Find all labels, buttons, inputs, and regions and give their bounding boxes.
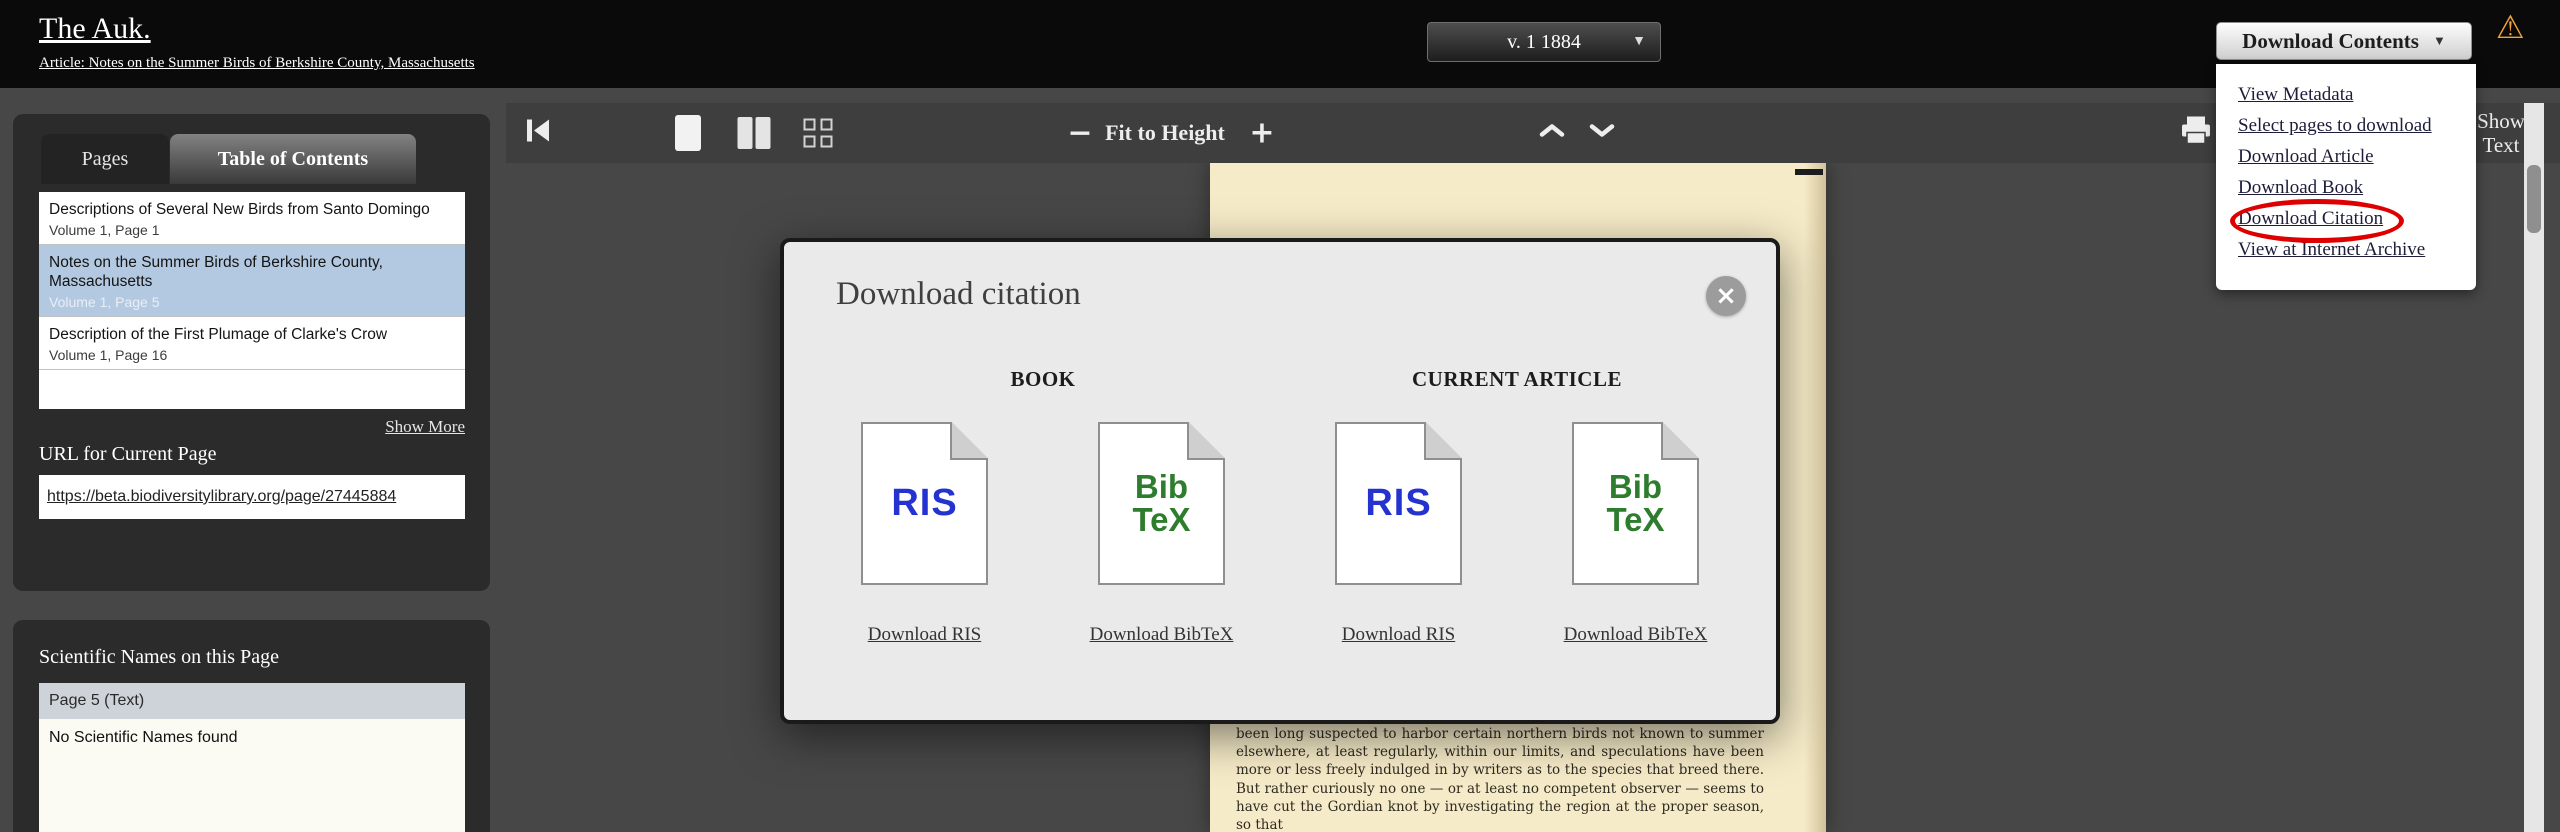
book-ris-column: RIS Download RIS	[806, 422, 1043, 647]
download-citation-modal: Download citation × BOOK RIS Download RI…	[780, 238, 1780, 724]
top-header-bar: The Auk. Article: Notes on the Summer Bi…	[0, 0, 2560, 88]
bibtex-file-icon: Bib TeX	[1098, 422, 1225, 585]
journal-title-link[interactable]: The Auk.	[39, 12, 151, 46]
article-ris-column: RIS Download RIS	[1280, 422, 1517, 647]
ris-file-icon: RIS	[861, 422, 988, 585]
current-page-url-box[interactable]: https://beta.biodiversitylibrary.org/pag…	[39, 475, 465, 519]
scientific-names-label: Scientific Names on this Page	[39, 646, 279, 668]
url-for-current-page-label: URL for Current Page	[39, 443, 217, 465]
show-text-button[interactable]: Show Text	[2477, 109, 2525, 157]
show-more-link[interactable]: Show More	[39, 417, 465, 437]
toc-item-subtitle: Volume 1, Page 16	[49, 347, 168, 363]
scientific-names-panel: Scientific Names on this Page Page 5 (Te…	[13, 620, 490, 832]
vertical-scrollbar-track[interactable]	[2524, 103, 2544, 832]
menu-item-download-citation[interactable]: Download Citation	[2238, 203, 2476, 234]
toc-item-title: Description of the First Plumage of Clar…	[49, 326, 388, 343]
book-bibtex-column: Bib TeX Download BibTeX	[1043, 422, 1280, 647]
menu-item-view-at-internet-archive[interactable]: View at Internet Archive	[2238, 234, 2476, 265]
download-ris-link[interactable]: Download RIS	[1324, 623, 1474, 647]
page-scan-mark	[1795, 169, 1823, 175]
citation-groups: BOOK RIS Download RIS Bib TeX Download B…	[784, 367, 1776, 647]
vertical-scrollbar-thumb[interactable]	[2527, 165, 2541, 233]
file-fold-corner	[1424, 422, 1462, 460]
page-scan-text: been long suspected to harbor certain no…	[1236, 726, 1764, 829]
tab-table-of-contents[interactable]: Table of Contents	[170, 134, 416, 184]
toc-item-title: Notes on the Summer Birds of Berkshire C…	[49, 254, 383, 290]
bhl-book-viewer: been long suspected to harbor certain no…	[0, 0, 2560, 832]
download-contents-menu: View Metadata Select pages to download D…	[2216, 64, 2476, 290]
menu-item-download-article[interactable]: Download Article	[2238, 141, 2476, 172]
file-fold-corner	[1187, 422, 1225, 460]
zoom-out-button[interactable]: −	[1067, 116, 1092, 151]
book-citation-group: BOOK RIS Download RIS Bib TeX Download B…	[806, 367, 1280, 647]
tab-pages[interactable]: Pages	[41, 134, 169, 184]
close-icon[interactable]: ×	[1706, 276, 1746, 316]
download-contents-label: Download Contents	[2242, 28, 2419, 53]
previous-page-chevron-icon[interactable]	[1538, 123, 1566, 144]
sidebar-tabs: Pages Table of Contents	[41, 134, 465, 184]
modal-title: Download citation	[836, 276, 1081, 312]
menu-item-view-metadata[interactable]: View Metadata	[2238, 79, 2476, 110]
article-citation-group: CURRENT ARTICLE RIS Download RIS Bib TeX	[1280, 367, 1754, 647]
download-bibtex-link[interactable]: Download BibTeX	[1561, 623, 1711, 647]
one-page-view-icon[interactable]	[675, 115, 701, 151]
next-page-chevron-icon[interactable]	[1588, 123, 1616, 144]
current-article-group-heading: CURRENT ARTICLE	[1411, 367, 1622, 391]
volume-select-value: v. 1 1884	[1507, 30, 1581, 53]
menu-item-download-book[interactable]: Download Book	[2238, 172, 2476, 203]
file-fold-corner	[950, 422, 988, 460]
volume-select[interactable]: v. 1 1884 ▼	[1427, 22, 1661, 62]
current-page-url-link[interactable]: https://beta.biodiversitylibrary.org/pag…	[47, 488, 396, 506]
download-bibtex-link[interactable]: Download BibTeX	[1087, 623, 1237, 647]
thumbnail-view-icon[interactable]	[803, 118, 833, 148]
toc-item-subtitle: Volume 1, Page 5	[49, 294, 160, 310]
file-fold-corner	[1661, 422, 1699, 460]
chevron-down-icon: ▼	[2432, 33, 2446, 48]
ris-file-icon: RIS	[1335, 422, 1462, 585]
download-ris-link[interactable]: Download RIS	[850, 623, 1000, 647]
toc-item-selected[interactable]: Notes on the Summer Birds of Berkshire C…	[39, 245, 465, 317]
toc-item[interactable]: Descriptions of Several New Birds from S…	[39, 192, 465, 245]
book-group-heading: BOOK	[1010, 367, 1076, 391]
toc-item-title: Descriptions of Several New Birds from S…	[49, 201, 430, 218]
scientific-names-empty-message: No Scientific Names found	[39, 719, 465, 832]
contents-sidebar-panel: Pages Table of Contents Descriptions of …	[13, 114, 490, 591]
toc-item[interactable]: Description of the First Plumage of Clar…	[39, 317, 465, 370]
zoom-in-button[interactable]: +	[1249, 116, 1274, 151]
warning-icon[interactable]: ⚠	[2496, 8, 2525, 46]
fit-to-height-button[interactable]: Fit to Height	[1105, 120, 1225, 146]
table-of-contents-list: Descriptions of Several New Birds from S…	[39, 192, 465, 409]
menu-item-select-pages-to-download[interactable]: Select pages to download	[2238, 110, 2476, 141]
bibtex-file-icon: Bib TeX	[1572, 422, 1699, 585]
chevron-down-icon: ▼	[1632, 34, 1646, 49]
download-contents-button[interactable]: Download Contents ▼	[2216, 22, 2472, 60]
toc-item-subtitle: Volume 1, Page 1	[49, 222, 160, 238]
scientific-names-box: Page 5 (Text) No Scientific Names found	[39, 683, 465, 832]
print-icon[interactable]	[2179, 116, 2213, 151]
two-page-view-icon[interactable]	[737, 117, 771, 149]
article-title-link[interactable]: Article: Notes on the Summer Birds of Be…	[39, 55, 475, 72]
scientific-names-page-header: Page 5 (Text)	[39, 683, 465, 719]
article-bibtex-column: Bib TeX Download BibTeX	[1517, 422, 1754, 647]
page-gutter-shading	[1804, 163, 1826, 832]
skip-to-first-page-icon[interactable]	[524, 118, 554, 149]
